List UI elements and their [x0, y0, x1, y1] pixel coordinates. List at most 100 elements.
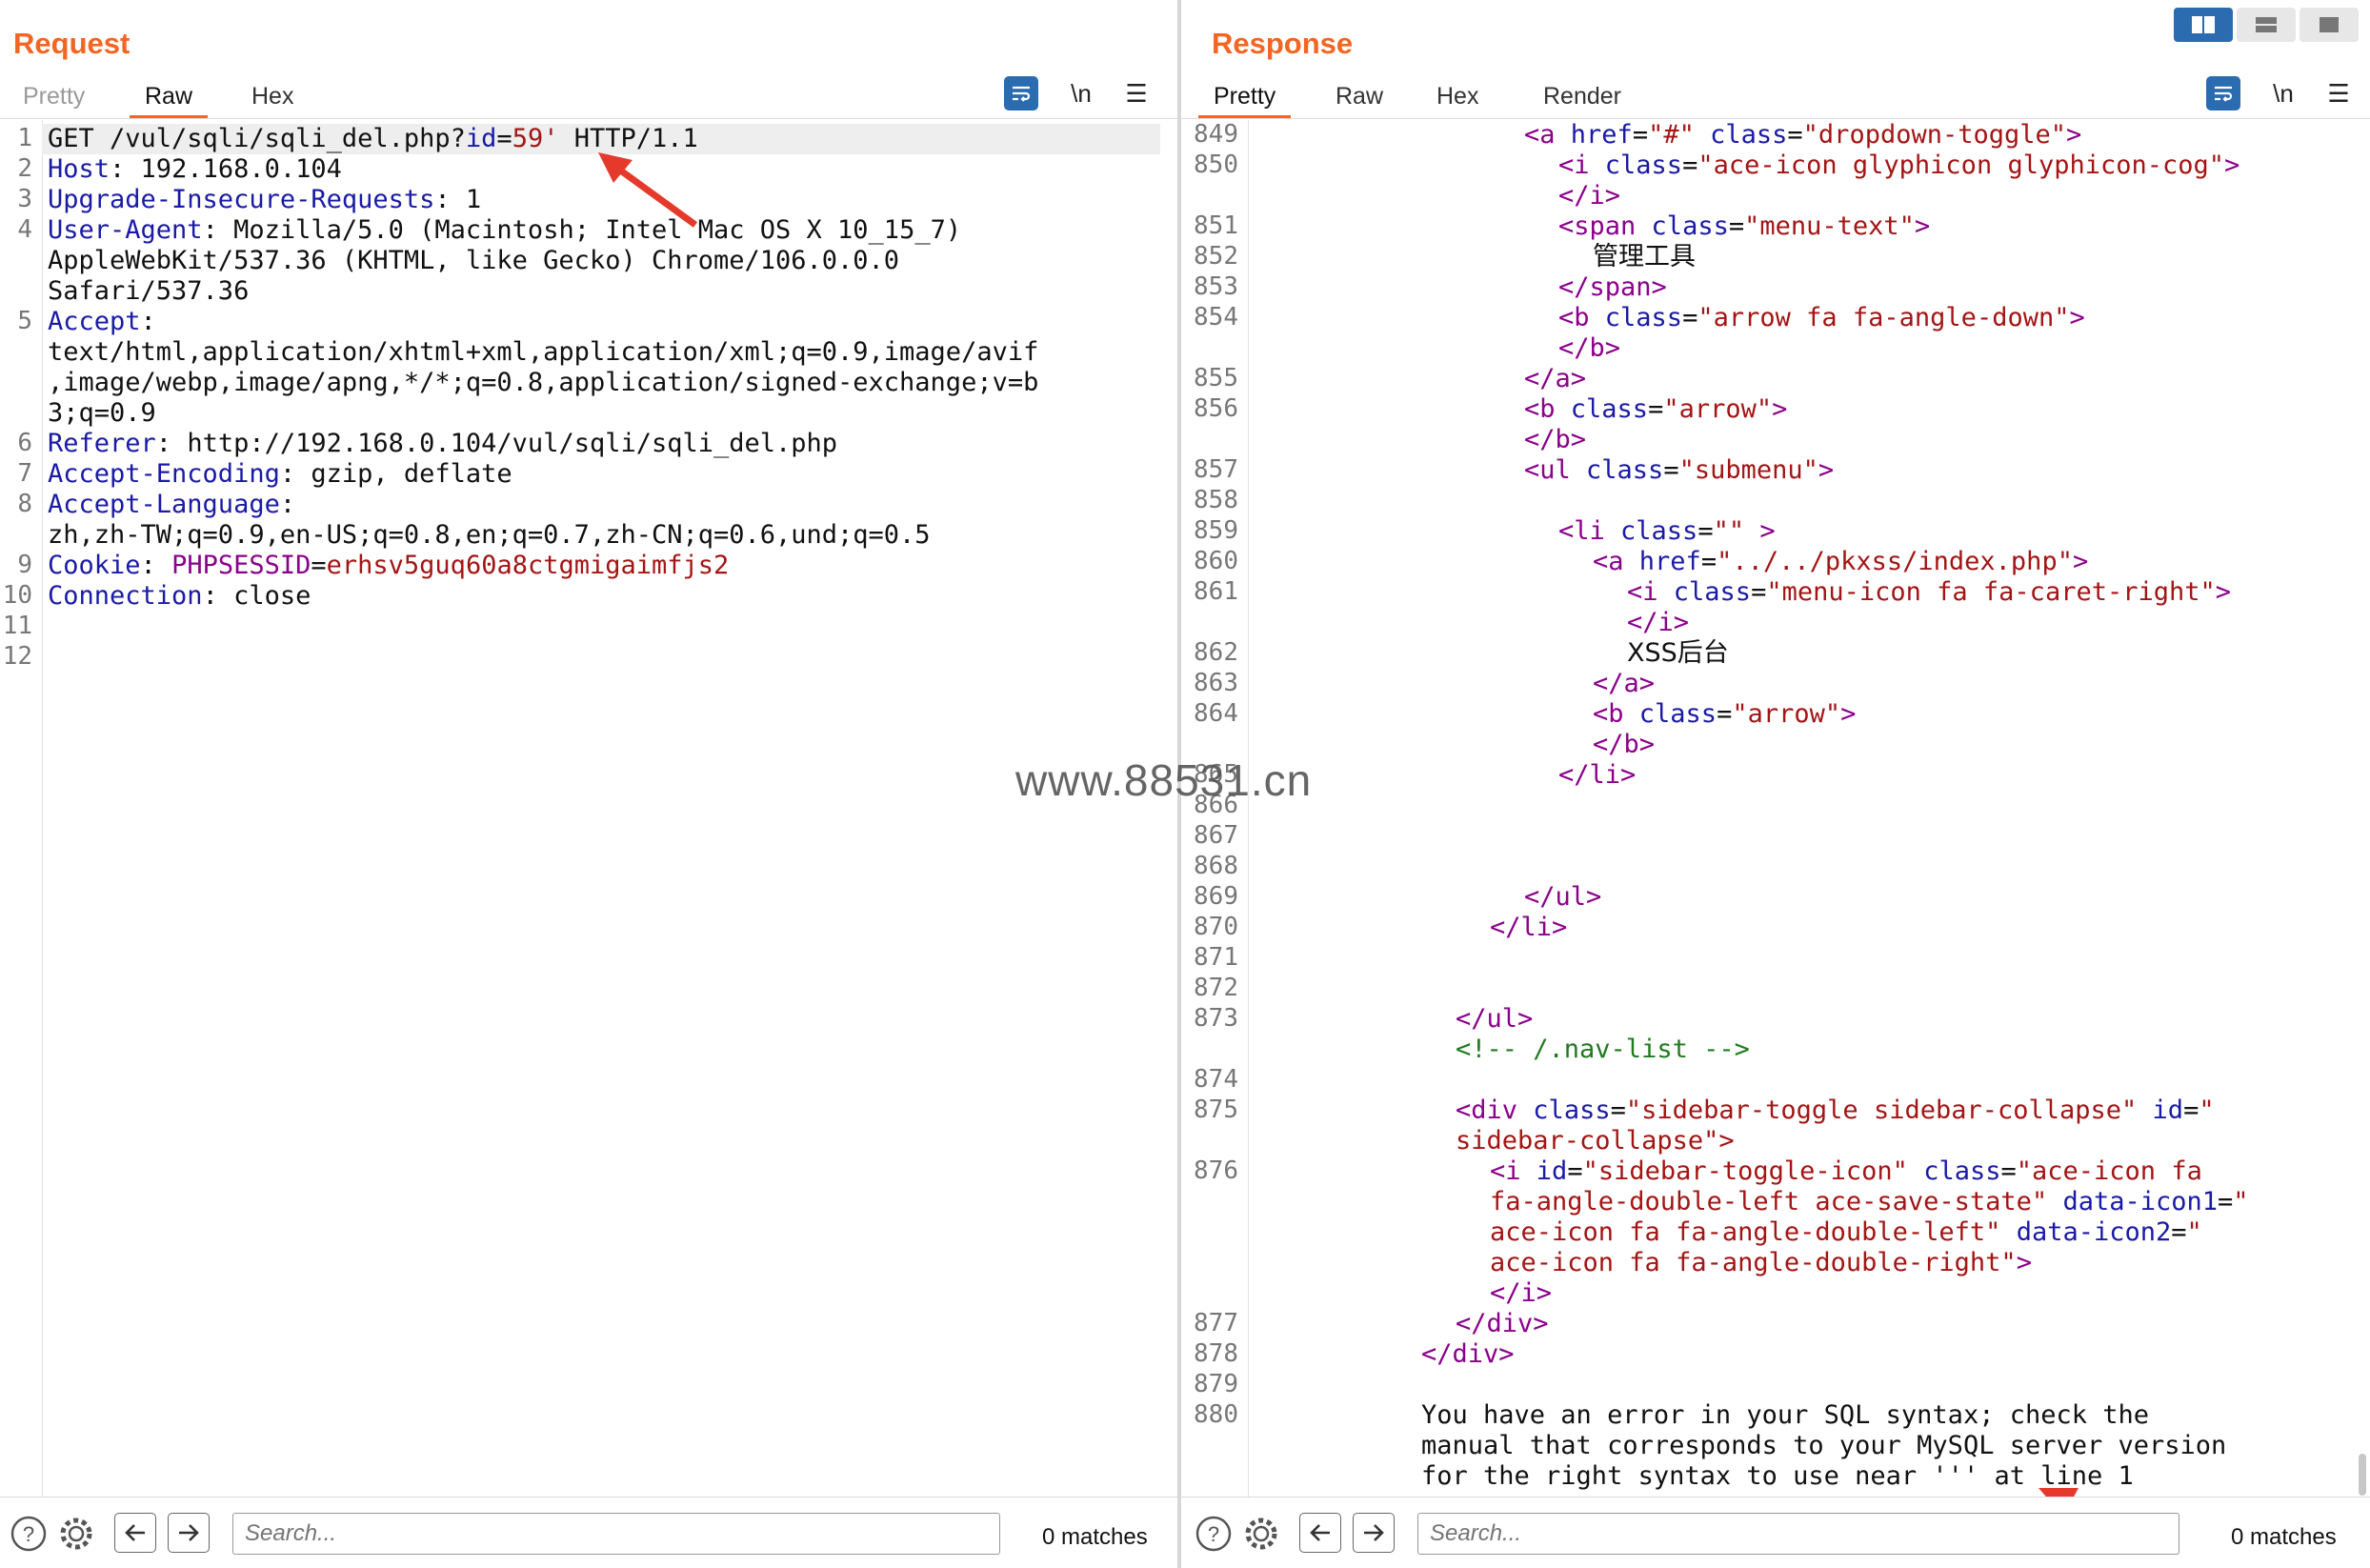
settings-gear-icon[interactable] [57, 1515, 95, 1553]
tab-hex[interactable]: Hex [251, 74, 293, 118]
line-number: 855 [1194, 364, 1238, 392]
line-number: 858 [1194, 486, 1238, 514]
menu-icon[interactable]: ☰ [2322, 76, 2355, 111]
tok: "#" [1648, 120, 1695, 150]
wrap-lines-button[interactable] [2206, 76, 2240, 111]
layout-stacked-button[interactable] [2237, 8, 2296, 42]
red-arrow-annotation [598, 152, 698, 228]
header-line: User-Agent: Mozilla/5.0 (Macintosh; Inte… [48, 215, 962, 245]
tok: "ace-icon glyphicon glyphicon-cog" [1697, 151, 2225, 180]
menu-icon[interactable]: ☰ [1120, 76, 1153, 111]
tok: = [1682, 151, 1698, 180]
line-number: 1 [17, 124, 32, 152]
tab-hex[interactable]: Hex [1436, 74, 1478, 118]
tab-raw[interactable]: Raw [129, 74, 209, 119]
rows-icon [2256, 17, 2277, 32]
tok: class [1570, 455, 1664, 485]
search-input[interactable] [1417, 1513, 2179, 1555]
arrow-right-icon [1364, 1524, 1384, 1541]
tok: = [2000, 1156, 2017, 1186]
tok: < [1627, 577, 1643, 607]
tok: "dropdown-toggle" [1802, 120, 2067, 150]
code-line: fa-angle-double-left ace-save-state" dat… [1490, 1187, 2249, 1217]
code-line: <b class="arrow"> [1524, 394, 1787, 425]
tab-render[interactable]: Render [1543, 74, 1621, 118]
line-number: 871 [1194, 943, 1238, 972]
code-line: <li class="" > [1558, 516, 1776, 547]
tok: class [1555, 394, 1649, 424]
arrow-left-icon [125, 1524, 145, 1541]
header-name: Host [48, 154, 110, 184]
tok: " [2233, 1187, 2249, 1216]
tok: = [1787, 120, 1803, 150]
code-line: </a> [1593, 669, 1655, 699]
tab-pretty[interactable]: Pretty [23, 74, 85, 118]
code-line: </i> [1627, 608, 1689, 638]
tok: class [1589, 303, 1683, 332]
response-editor[interactable]: 849 850 851 852 853 854 855 856 857 858 … [1181, 120, 2370, 1498]
layout-single-button[interactable] [2300, 8, 2359, 42]
tok: > [2066, 120, 2082, 150]
tok: </ [1558, 333, 1590, 363]
line-gutter: 849 850 851 852 853 854 855 856 857 858 … [1181, 120, 1249, 1498]
search-input[interactable] [232, 1513, 1000, 1555]
tok: </ [1456, 1004, 1487, 1034]
header-line: Accept: [48, 307, 156, 336]
tok: < [1524, 394, 1540, 424]
tok: = [1717, 699, 1733, 729]
tok: ace-icon fa fa-angle-double-left" [1490, 1217, 2001, 1247]
tok: ul [1486, 1004, 1518, 1034]
tok: ul [1555, 882, 1587, 912]
response-title: Response [1212, 27, 1354, 60]
tok: i [1657, 608, 1674, 637]
help-icon[interactable]: ? [1195, 1515, 1233, 1553]
wrap-lines-button[interactable] [1004, 76, 1038, 111]
tok: i [1589, 181, 1605, 211]
line-number: 879 [1194, 1370, 1238, 1398]
next-match-button[interactable] [1353, 1513, 1395, 1553]
html-comment: <!-- /.nav-list --> [1456, 1035, 1750, 1064]
layout-switcher [2174, 8, 2360, 42]
header-line: Accept-Encoding: gzip, deflate [48, 459, 512, 489]
request-search-bar: ? 0 matches [0, 1497, 1177, 1568]
previous-match-button[interactable] [1299, 1513, 1341, 1553]
header-value: Mozilla/5.0 (Macintosh; Intel Mac OS X 1… [217, 215, 962, 245]
tok: "submenu" [1678, 455, 1818, 485]
settings-gear-icon[interactable] [1242, 1515, 1280, 1553]
header-value: close [217, 581, 311, 611]
scrollbar-thumb[interactable] [2359, 1454, 2366, 1496]
layout-side-by-side-button[interactable] [2174, 8, 2233, 42]
tab-raw[interactable]: Raw [1336, 74, 1383, 118]
tok: > [2224, 151, 2240, 180]
tok: </ [1627, 608, 1658, 637]
code-line: ace-icon fa fa-angle-double-left" data-i… [1490, 1217, 2202, 1248]
show-newlines-button[interactable]: \n [2267, 76, 2300, 111]
tok: > [1914, 211, 1931, 241]
next-match-button[interactable] [168, 1513, 210, 1553]
previous-match-button[interactable] [114, 1513, 156, 1553]
tok: < [1558, 151, 1575, 180]
code-line: </li> [1490, 913, 1567, 943]
code-line: </ul> [1456, 1004, 1533, 1035]
response-pane: Response Pretty Raw Hex Render \n ☰ 849 … [1181, 0, 2370, 1568]
help-icon[interactable]: ? [10, 1515, 48, 1553]
svg-text:?: ? [1208, 1522, 1219, 1546]
tok: "ace-icon fa [2016, 1156, 2202, 1186]
request-title: Request [13, 27, 131, 60]
tok: b [1623, 730, 1639, 759]
tok: = [2218, 1187, 2234, 1216]
line-number: 12 [2, 642, 32, 671]
tab-pretty[interactable]: Pretty [1197, 74, 1292, 119]
tok: </ [1558, 760, 1590, 790]
tok: = [1610, 1096, 1626, 1125]
line-number: 5 [17, 307, 32, 335]
tok: = [1751, 577, 1767, 607]
show-newlines-button[interactable]: \n [1065, 76, 1097, 111]
tok: > [1533, 1309, 1549, 1338]
line-number: 863 [1194, 669, 1238, 697]
sql-error-message: You have an error in your SQL syntax; ch… [1421, 1400, 2150, 1430]
arrow-left-icon [1310, 1524, 1330, 1541]
tok: href [1555, 120, 1633, 150]
tok: = [1632, 120, 1649, 150]
request-editor[interactable]: 1 2 3 4 5 6 7 8 9 10 11 12 GET /vul/sqli… [0, 120, 1177, 1498]
